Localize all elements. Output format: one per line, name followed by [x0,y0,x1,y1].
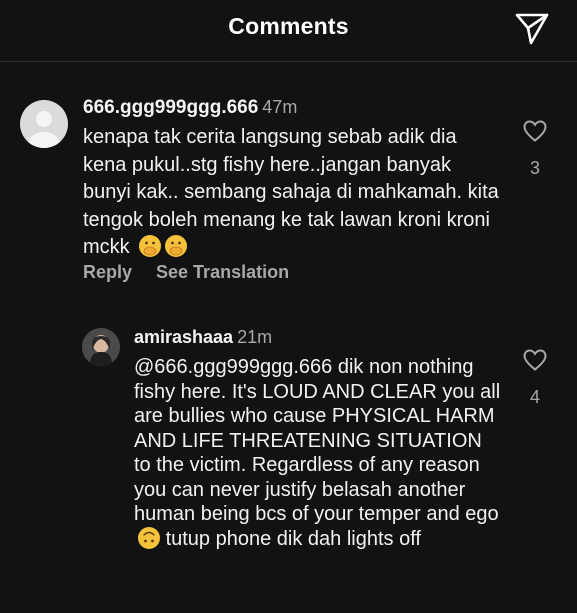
comment-actions: Reply See Translation [83,262,289,283]
page-title: Comments [228,13,349,39]
header-divider [0,61,577,62]
avatar[interactable] [20,100,68,148]
like-count: 4 [529,387,540,407]
send-icon[interactable] [514,12,550,46]
like-count: 3 [529,158,540,178]
header: Comments [0,0,577,62]
avatar[interactable] [82,328,120,366]
hand-over-mouth-emoji [165,235,188,257]
default-avatar-icon [28,111,60,148]
comment-text-content: tutup phone dik dah lights off [165,527,421,550]
comment-header: 666.ggg999ggg.666 47m [83,97,297,119]
comment-text-content: @666.ggg999ggg.666 dik non nothing fishy… [134,356,501,525]
timestamp: 21m [237,327,273,347]
see-translation-button[interactable]: See Translation [156,262,289,282]
upside-down-face-emoji [138,526,160,549]
comment-text: kenapa tak cerita langsung sebab adik di… [83,124,503,262]
heart-outline-icon[interactable] [522,348,548,372]
comment-text: @666.ggg999ggg.666 dik non nothing fishy… [134,355,504,551]
timestamp: 47m [262,97,298,117]
comment-header: amirashaaa 21m [134,327,272,348]
username[interactable]: amirashaaa [134,327,233,347]
profile-photo [82,328,120,366]
reply-button[interactable]: Reply [83,262,132,282]
username[interactable]: 666.ggg999ggg.666 [83,97,258,118]
heart-outline-icon[interactable] [522,119,548,143]
hand-over-mouth-emoji [139,235,162,257]
